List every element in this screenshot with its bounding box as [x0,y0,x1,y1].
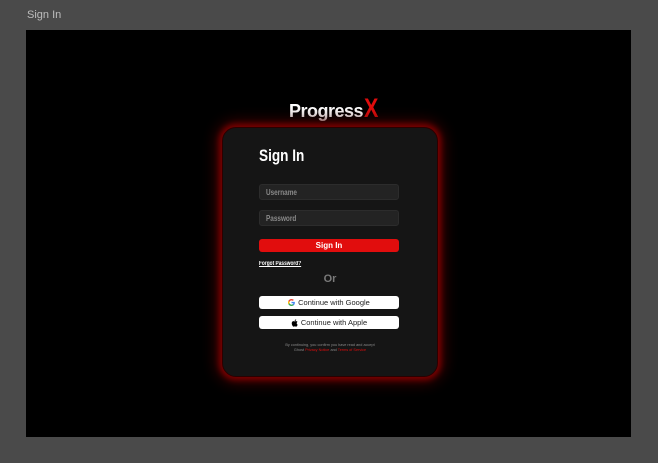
brand-logo: Progress X [289,92,378,122]
legal-notice: By continuing, you confirm you have read… [259,343,401,353]
forgot-password-link[interactable]: Forgot Password? [259,261,301,267]
privacy-notice-link[interactable]: Privacy Notice [305,348,329,352]
google-button-label: Continue with Google [298,298,370,307]
google-signin-button[interactable]: Continue with Google [259,296,399,309]
apple-signin-button[interactable]: Continue with Apple [259,316,399,329]
brand-name: Progress [289,101,364,121]
signin-title: Sign In [259,146,305,165]
signin-card: Sign In Username Password Sign In Forgot… [222,127,438,377]
window-title: Sign In [27,9,62,21]
or-divider: Or [323,273,337,285]
terms-of-service-link[interactable]: Terms of Service [338,348,366,352]
brand-accent: X [364,93,379,123]
password-input[interactable]: Password [259,210,399,226]
signin-button[interactable]: Sign In [259,239,399,252]
legal-line-2: Ghost Privacy Notice and Terms of Servic… [259,348,401,353]
legal-and: and [330,348,337,352]
apple-icon [291,318,298,327]
apple-button-label: Continue with Apple [300,318,368,327]
legal-prefix: Ghost [293,348,305,352]
signin-page: Progress X Sign In Username Password Sign… [26,30,631,437]
username-input[interactable]: Username [259,184,399,200]
google-icon [288,299,295,306]
password-placeholder: Password [266,214,297,223]
username-placeholder: Username [266,188,297,197]
